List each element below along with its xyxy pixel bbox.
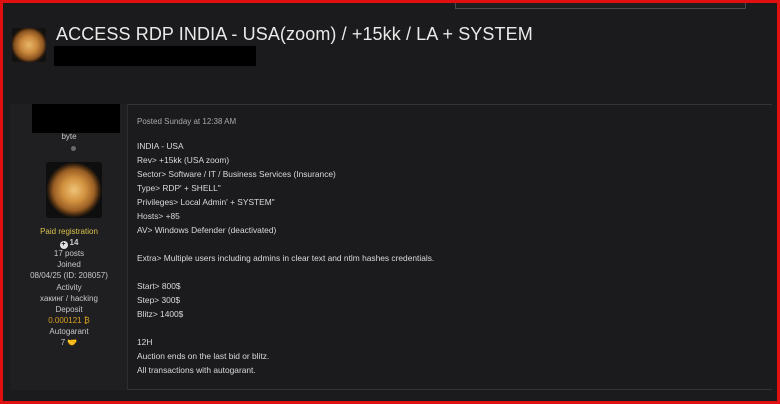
joined-value: 08/04/25 (ID: 208057) xyxy=(30,271,108,280)
autogarant-label: Autogarant xyxy=(49,327,89,336)
post-line: Sector> Software / IT / Business Service… xyxy=(137,169,336,179)
post-line: Privileges> Local Admin' + SYSTEM" xyxy=(137,197,275,207)
post-line: 12H xyxy=(137,337,153,347)
user-avatar[interactable] xyxy=(46,162,102,218)
post-line: All transactions with autogarant. xyxy=(137,365,256,375)
post-line: Blitz> 1400$ xyxy=(137,309,184,319)
user-reputation: +14 xyxy=(10,238,128,249)
user-group: Paid registration xyxy=(40,227,98,236)
redacted-username xyxy=(32,104,120,133)
post-line: AV> Windows Defender (deactivated) xyxy=(137,225,277,235)
status-dot-icon xyxy=(71,146,76,151)
redacted-block xyxy=(54,46,256,66)
thread-author-avatar[interactable] xyxy=(12,28,46,62)
post-meta[interactable]: Posted Sunday at 12:38 AM xyxy=(137,117,236,126)
joined-label: Joined xyxy=(57,260,81,269)
thread-title: ACCESS RDP INDIA - USA(zoom) / +15kk / L… xyxy=(56,24,533,44)
autogarant-value: 7 xyxy=(60,338,66,347)
search-box-edge xyxy=(455,0,746,9)
plus-icon: + xyxy=(59,241,68,249)
user-posts[interactable]: 17 posts xyxy=(10,249,128,258)
post-line: Extra> Multiple users including admins i… xyxy=(137,253,435,263)
post-line: INDIA - USA xyxy=(137,141,184,151)
post-line: Rev> +15kk (USA zoom) xyxy=(137,155,230,165)
post-line: Type> RDP' + SHELL" xyxy=(137,183,221,193)
handshake-icon: 🤝 xyxy=(67,338,78,347)
deposit-label: Deposit xyxy=(55,305,83,314)
post-line: Step> 300$ xyxy=(137,295,181,305)
activity-label: Activity xyxy=(56,283,82,292)
post-line: Start> 800$ xyxy=(137,281,181,291)
autogarant-row: 7 🤝 xyxy=(10,338,128,347)
post-line: Auction ends on the last bid or blitz. xyxy=(137,351,270,361)
deposit-value: 0.000121 ₿ xyxy=(48,316,90,325)
post-line: Hosts> +85 xyxy=(137,211,180,221)
reputation-value: 14 xyxy=(69,238,79,247)
activity-value: хакинг / hacking xyxy=(40,294,98,303)
user-rank: byte xyxy=(61,132,77,141)
